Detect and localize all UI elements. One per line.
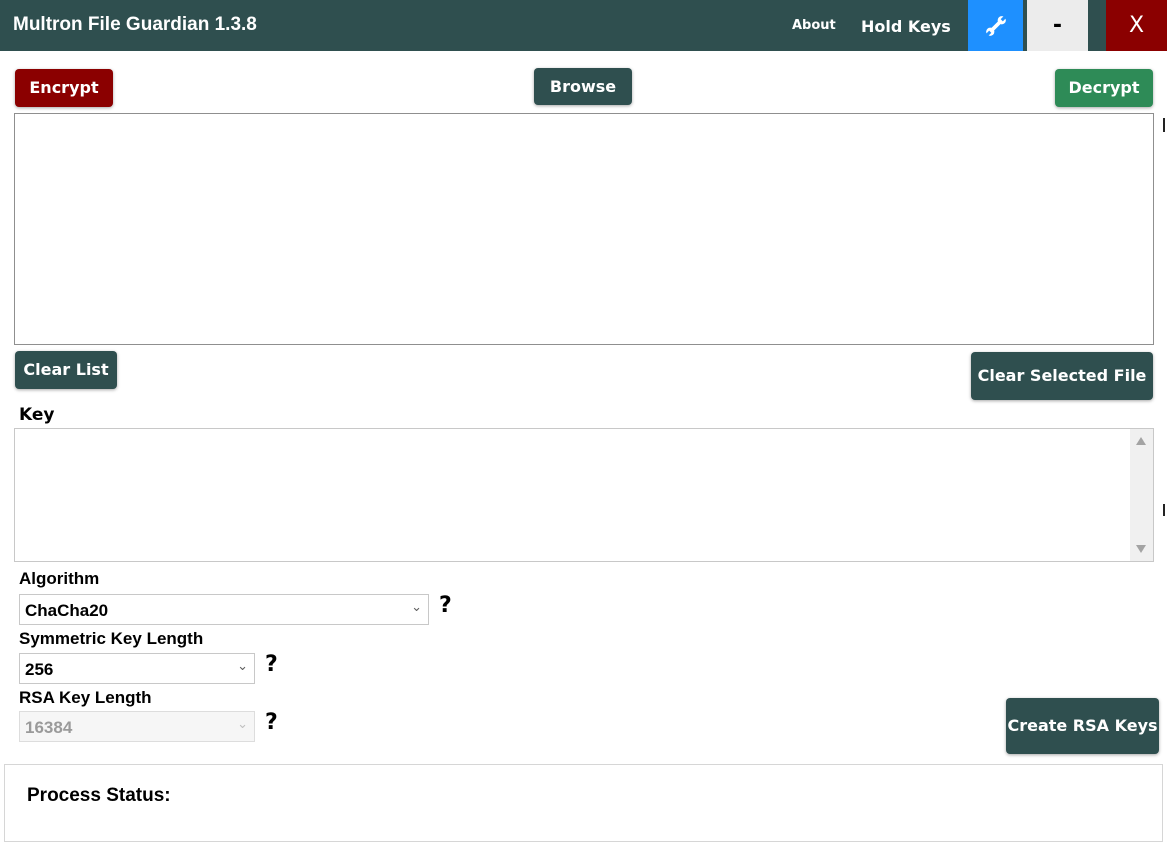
symmetric-key-length-value: 256 [25,660,54,679]
chevron-down-icon: ⌄ [237,717,248,732]
decrypt-button[interactable]: Decrypt [1055,69,1153,107]
minimize-button[interactable]: - [1027,0,1088,51]
symmetric-key-length-label: Symmetric Key Length [19,629,204,648]
symmetric-key-help-icon[interactable]: ? [265,652,278,677]
chevron-down-icon: ⌄ [237,659,248,674]
clear-list-button[interactable]: Clear List [15,351,117,389]
key-label: Key [19,405,55,425]
process-status-label: Process Status: [27,785,171,806]
key-scrollbar[interactable] [1130,429,1153,561]
browse-button[interactable]: Browse [534,68,632,105]
clear-selected-file-button[interactable]: Clear Selected File [971,352,1153,400]
file-list[interactable] [14,113,1154,345]
window-edge-mark [1163,504,1165,516]
rsa-key-length-value: 16384 [25,718,73,737]
rsa-key-help-icon[interactable]: ? [265,710,278,735]
tools-button[interactable] [968,0,1023,51]
encrypt-button[interactable]: Encrypt [15,69,113,107]
chevron-down-icon: ⌄ [411,600,422,615]
scroll-down-arrow-icon[interactable] [1136,545,1146,553]
create-rsa-keys-button[interactable]: Create RSA Keys [1006,698,1159,754]
rsa-key-length-label: RSA Key Length [19,688,152,707]
close-button[interactable]: X [1106,0,1167,51]
rsa-key-length-select: 16384 ⌄ [19,711,255,742]
algorithm-help-icon[interactable]: ? [439,593,452,618]
algorithm-select[interactable]: ChaCha20 ⌄ [19,594,429,625]
wrench-icon [985,15,1006,36]
symmetric-key-length-select[interactable]: 256 ⌄ [19,653,255,684]
hold-keys-link[interactable]: Hold Keys [861,17,951,36]
app-title: Multron File Guardian 1.3.8 [13,14,257,35]
title-bar: Multron File Guardian 1.3.8 About Hold K… [0,0,1167,51]
algorithm-label: Algorithm [19,569,100,588]
algorithm-value: ChaCha20 [25,601,109,620]
key-textarea[interactable] [14,428,1154,562]
process-status-panel: Process Status: [4,764,1163,842]
window-edge-mark [1163,118,1165,132]
scroll-up-arrow-icon[interactable] [1136,437,1146,445]
about-link[interactable]: About [792,18,836,33]
